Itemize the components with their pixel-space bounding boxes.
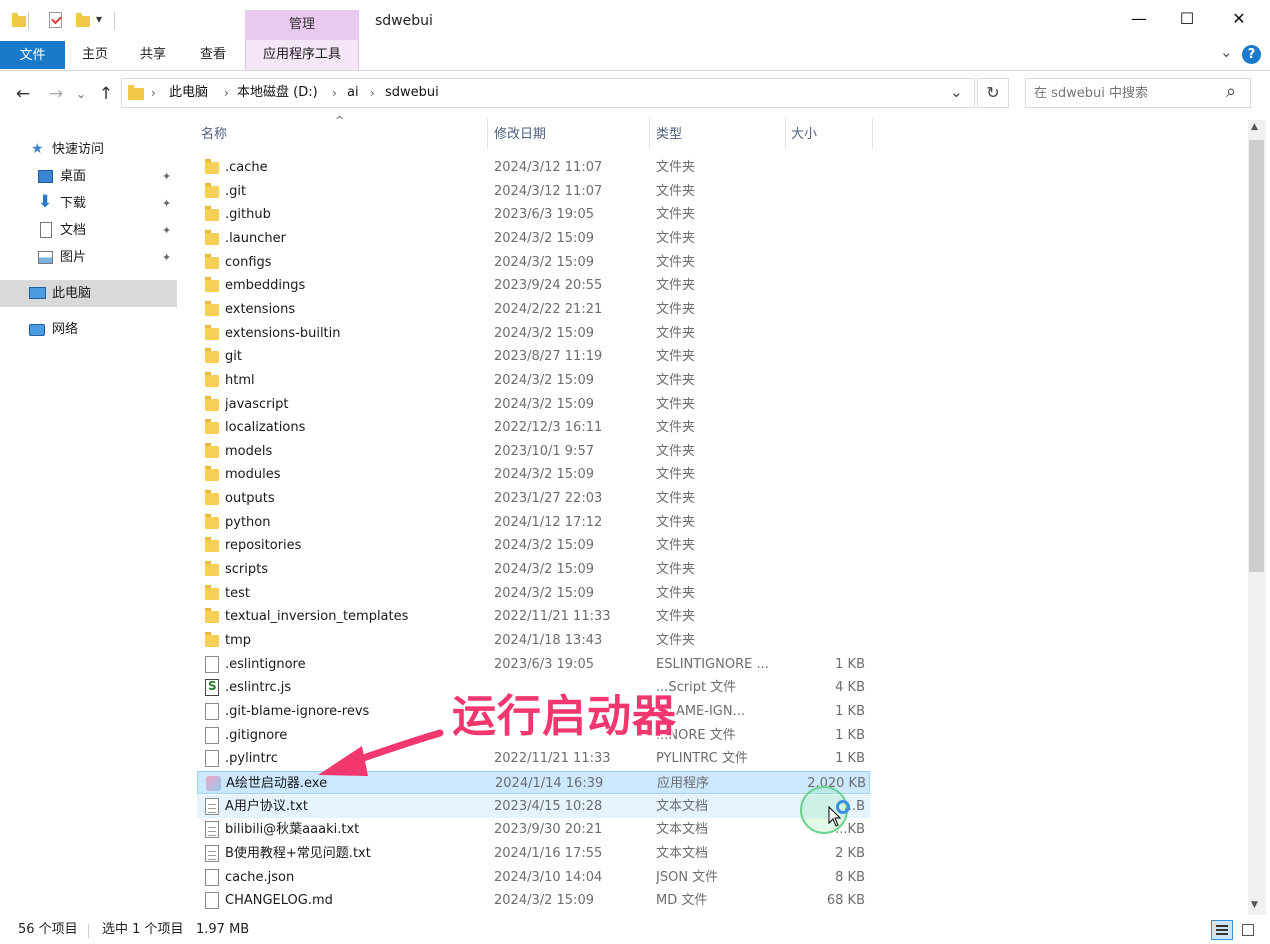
mouse-pointer-icon xyxy=(828,806,842,827)
annotation-label: 运行启动器 xyxy=(452,691,677,742)
annotation-arrow xyxy=(318,729,444,776)
